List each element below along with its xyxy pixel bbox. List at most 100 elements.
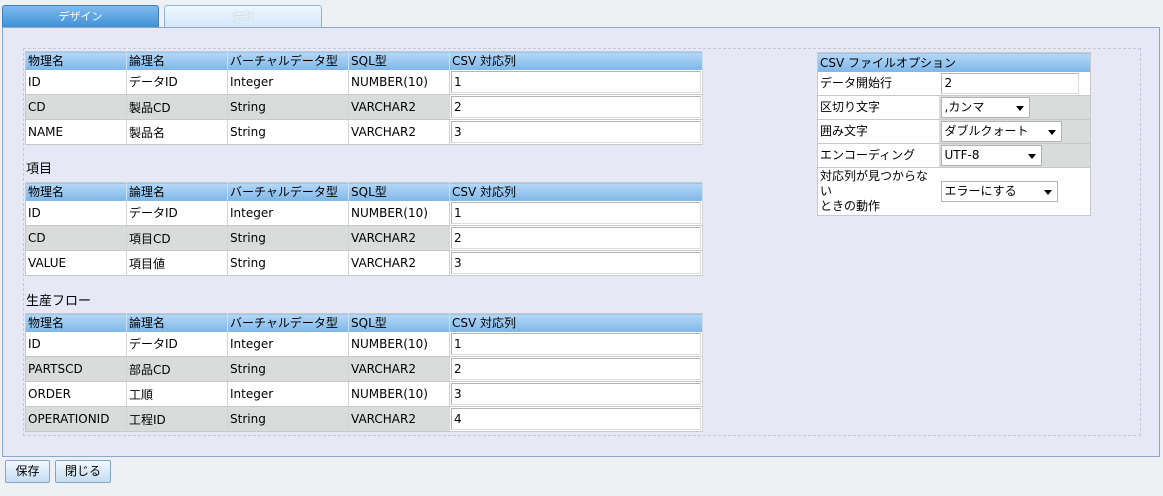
sql-type: NUMBER(10) xyxy=(348,200,450,226)
csv-column-input[interactable]: 3 xyxy=(451,121,701,143)
csv-column-cell: 3 xyxy=(449,381,703,407)
encoding-cell: UTF-8 xyxy=(938,143,1091,168)
table-row: ID データID Integer NUMBER(10) 1 xyxy=(25,331,703,357)
table-items: 物理名 論理名 バーチャルデータ型 SQL型 CSV 対応列 ID データID … xyxy=(25,182,703,276)
encoding-select[interactable]: UTF-8 xyxy=(940,144,1042,166)
csv-column-cell: 2 xyxy=(449,356,703,382)
table-header-row: 物理名 論理名 バーチャルデータ型 SQL型 CSV 対応列 xyxy=(25,313,703,332)
col-sql-type: SQL型 xyxy=(348,313,450,332)
save-button[interactable]: 保存 xyxy=(5,460,50,483)
csv-column-cell: 2 xyxy=(449,225,703,251)
chevron-down-icon xyxy=(1015,105,1024,111)
csv-column-input[interactable]: 3 xyxy=(451,383,701,405)
col-virtual-type: バーチャルデータ型 xyxy=(227,182,349,201)
missing-column-label-line1: 対応列が見つからない xyxy=(820,168,929,198)
table-header-row: 物理名 論理名 バーチャルデータ型 SQL型 CSV 対応列 xyxy=(25,51,703,70)
csv-column-cell: 1 xyxy=(449,69,703,95)
physical-name: OPERATIONID xyxy=(25,406,127,432)
encoding-label: エンコーディング xyxy=(817,143,939,168)
table-row: OPERATIONID 工程ID String VARCHAR2 4 xyxy=(25,406,703,432)
missing-column-select[interactable]: エラーにする xyxy=(940,180,1058,202)
col-csv-column: CSV 対応列 xyxy=(449,182,703,201)
sql-type: VARCHAR2 xyxy=(348,250,450,276)
csv-options-header: CSV ファイルオプション xyxy=(817,52,1091,72)
close-button[interactable]: 閉じる xyxy=(55,460,111,483)
virtual-type: String xyxy=(227,94,349,120)
table-product: 物理名 論理名 バーチャルデータ型 SQL型 CSV 対応列 ID データID … xyxy=(25,51,703,145)
start-row-cell: 2 xyxy=(938,71,1091,96)
csv-column-input[interactable]: 2 xyxy=(451,227,701,249)
missing-column-value: エラーにする xyxy=(944,183,1017,198)
physical-name: ID xyxy=(25,69,127,95)
table-row: ID データID Integer NUMBER(10) 1 xyxy=(25,69,703,95)
section-title-production-flow: 生産フロー xyxy=(26,294,92,309)
encoding-value: UTF-8 xyxy=(944,147,980,162)
csv-column-input[interactable]: 3 xyxy=(451,252,701,274)
physical-name: CD xyxy=(25,94,127,120)
virtual-type: String xyxy=(227,250,349,276)
delimiter-select[interactable]: ,カンマ xyxy=(940,96,1030,118)
virtual-type: String xyxy=(227,119,349,145)
logical-name: 製品CD xyxy=(126,94,228,120)
missing-column-cell: エラーにする xyxy=(938,167,1091,216)
tab-info[interactable]: 情報 xyxy=(164,5,322,28)
csv-column-cell: 4 xyxy=(449,406,703,432)
col-virtual-type: バーチャルデータ型 xyxy=(227,313,349,332)
design-panel: 物理名 論理名 バーチャルデータ型 SQL型 CSV 対応列 ID データID … xyxy=(2,27,1160,457)
sql-type: NUMBER(10) xyxy=(348,69,450,95)
table-header-row: 物理名 論理名 バーチャルデータ型 SQL型 CSV 対応列 xyxy=(25,182,703,201)
chevron-down-icon xyxy=(1027,153,1036,159)
physical-name: PARTSCD xyxy=(25,356,127,382)
start-row-label: データ開始行 xyxy=(817,71,939,96)
start-row-input[interactable]: 2 xyxy=(940,72,1079,94)
sql-type: VARCHAR2 xyxy=(348,225,450,251)
option-row-quote: 囲み文字 ダブルクォート xyxy=(817,119,1091,144)
logical-name: 製品名 xyxy=(126,119,228,145)
physical-name: ID xyxy=(25,200,127,226)
csv-column-input[interactable]: 1 xyxy=(451,201,701,224)
csv-column-cell: 3 xyxy=(449,119,703,145)
logical-name: 工順 xyxy=(126,381,228,407)
table-row: ID データID Integer NUMBER(10) 1 xyxy=(25,200,703,226)
csv-column-input[interactable]: 2 xyxy=(451,358,701,380)
col-logical-name: 論理名 xyxy=(126,182,228,201)
delimiter-label: 区切り文字 xyxy=(817,95,939,120)
logical-name: データID xyxy=(126,331,228,357)
table-row: PARTSCD 部品CD String VARCHAR2 2 xyxy=(25,356,703,382)
col-csv-column: CSV 対応列 xyxy=(449,313,703,332)
physical-name: ID xyxy=(25,331,127,357)
table-row: VALUE 項目値 String VARCHAR2 3 xyxy=(25,250,703,276)
sql-type: VARCHAR2 xyxy=(348,356,450,382)
csv-column-input[interactable]: 4 xyxy=(451,408,701,430)
logical-name: 部品CD xyxy=(126,356,228,382)
physical-name: ORDER xyxy=(25,381,127,407)
tab-design[interactable]: デザイン xyxy=(2,5,159,28)
virtual-type: Integer xyxy=(227,69,349,95)
delimiter-cell: ,カンマ xyxy=(938,95,1091,120)
chevron-down-icon xyxy=(1047,129,1056,135)
quote-value: ダブルクォート xyxy=(944,123,1029,138)
csv-column-input[interactable]: 1 xyxy=(451,332,701,355)
option-row-start-row: データ開始行 2 xyxy=(817,71,1091,96)
csv-column-input[interactable]: 2 xyxy=(451,96,701,118)
csv-options-table: CSV ファイルオプション データ開始行 2 区切り文字 ,カンマ 囲み文字 ダ… xyxy=(817,52,1091,216)
col-physical-name: 物理名 xyxy=(25,51,127,70)
physical-name: NAME xyxy=(25,119,127,145)
option-row-missing-column: 対応列が見つからない ときの動作 エラーにする xyxy=(817,167,1091,216)
csv-column-cell: 2 xyxy=(449,94,703,120)
delimiter-value: ,カンマ xyxy=(944,99,985,114)
table-row: NAME 製品名 String VARCHAR2 3 xyxy=(25,119,703,145)
option-row-delimiter: 区切り文字 ,カンマ xyxy=(817,95,1091,120)
physical-name: VALUE xyxy=(25,250,127,276)
col-physical-name: 物理名 xyxy=(25,313,127,332)
col-csv-column: CSV 対応列 xyxy=(449,51,703,70)
option-row-encoding: エンコーディング UTF-8 xyxy=(817,143,1091,168)
quote-cell: ダブルクォート xyxy=(938,119,1091,144)
quote-select[interactable]: ダブルクォート xyxy=(940,120,1062,142)
sql-type: VARCHAR2 xyxy=(348,406,450,432)
missing-column-label-line2: ときの動作 xyxy=(820,198,881,213)
csv-column-input[interactable]: 1 xyxy=(451,70,701,93)
section-title-items: 項目 xyxy=(26,162,53,177)
logical-name: 項目CD xyxy=(126,225,228,251)
quote-label: 囲み文字 xyxy=(817,119,939,144)
